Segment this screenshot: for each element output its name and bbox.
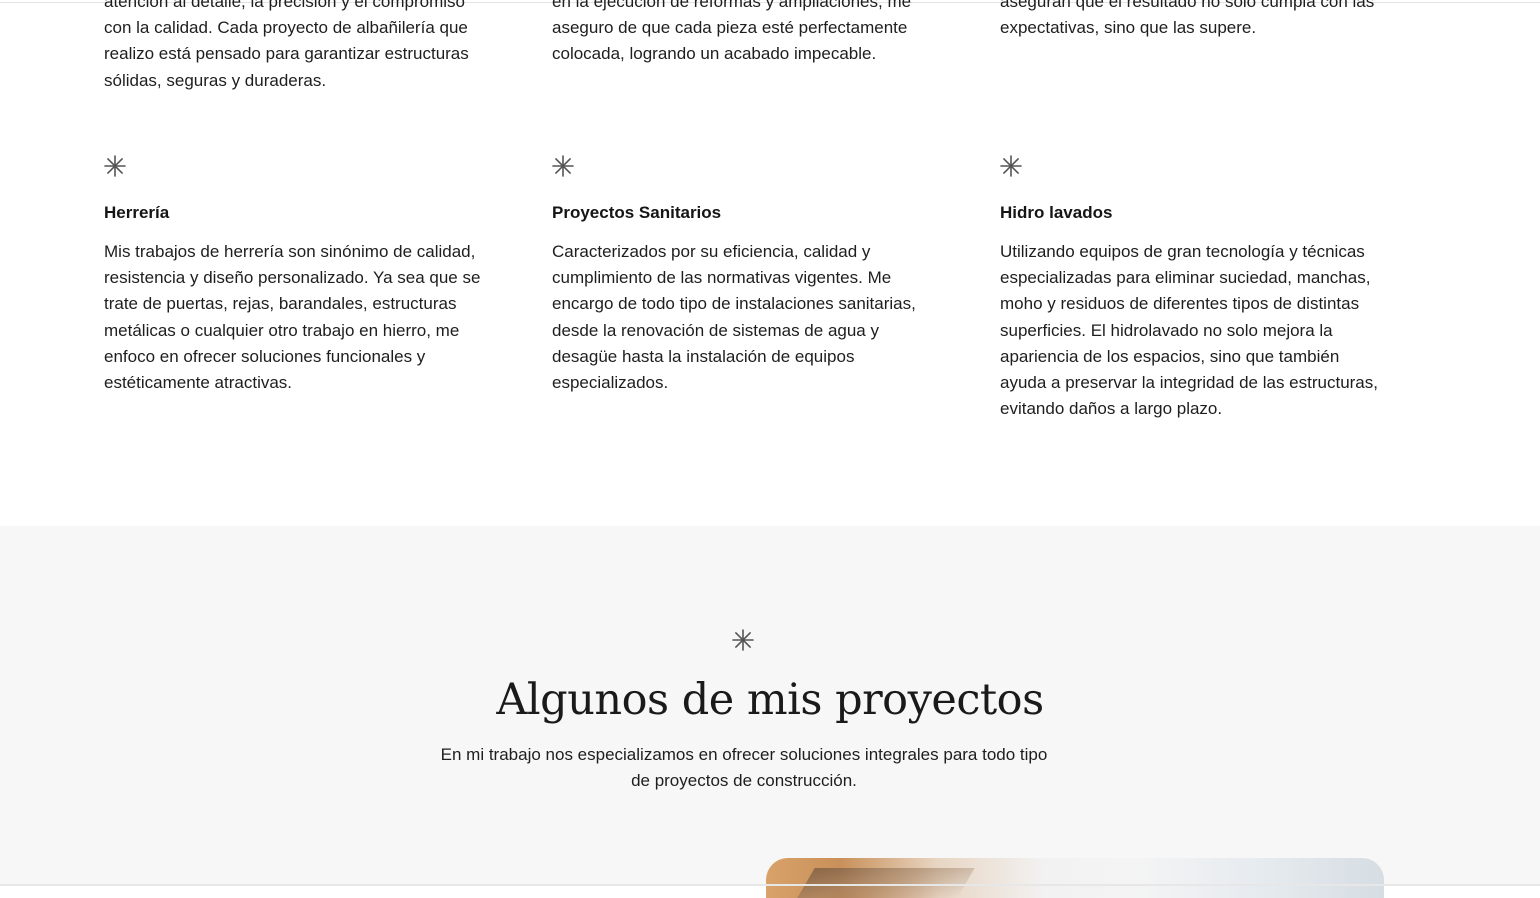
asterisk-icon bbox=[732, 629, 754, 651]
service-title-hidrolavados: Hidro lavados bbox=[1000, 203, 1113, 222]
service-description-hidrolavados: Utilizando equipos de gran tecnología y … bbox=[1000, 242, 1378, 419]
project-image[interactable] bbox=[766, 858, 1384, 898]
service-description-renovations: en la ejecución de reformas y ampliacion… bbox=[552, 0, 912, 64]
asterisk-icon bbox=[1000, 155, 1022, 177]
asterisk-icon bbox=[552, 155, 574, 177]
projects-section: Algunos de mis proyectos En mi trabajo n… bbox=[0, 526, 1540, 898]
service-description-masonry: atención al detalle, la precisión y el c… bbox=[104, 0, 469, 90]
projects-subtitle: En mi trabajo nos especializamos en ofre… bbox=[440, 745, 1048, 791]
service-description-sanitarios: Caracterizados por su eficiencia, calida… bbox=[552, 242, 916, 393]
projects-heading: Algunos de mis proyectos bbox=[496, 675, 1044, 725]
asterisk-icon bbox=[104, 155, 126, 177]
service-title-sanitarios: Proyectos Sanitarios bbox=[552, 203, 722, 222]
service-title-herreria: Herrería bbox=[104, 203, 170, 222]
service-description-quality: aseguran que el resultado no solo cumpla… bbox=[1000, 0, 1375, 38]
project-image-detail bbox=[797, 868, 975, 898]
service-description-herreria: Mis trabajos de herrería son sinónimo de… bbox=[104, 242, 481, 393]
